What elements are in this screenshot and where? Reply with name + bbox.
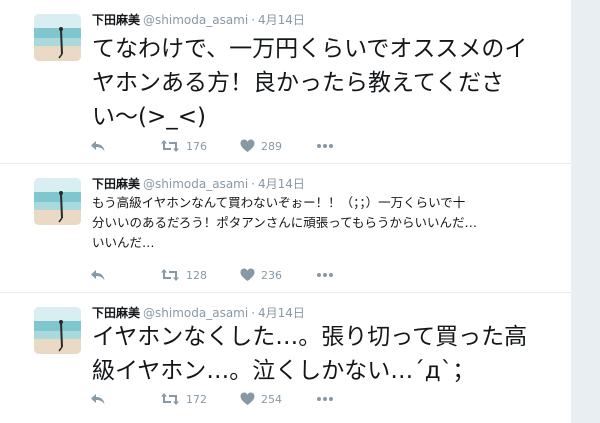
retweet-count: 176	[186, 139, 207, 153]
reply-icon	[90, 392, 106, 406]
like-count: 236	[261, 268, 282, 282]
tweet-text: イヤホンなくした…。張り切って買った高 級イヤホン…。泣くしかない…´д`；	[92, 320, 527, 388]
tweet-text-line: もう高級イヤホンなんて買わないぞぉー！！（；；）一万くらいで十	[92, 195, 466, 210]
like-button[interactable]: 254	[240, 390, 282, 408]
like-count: 289	[261, 139, 282, 153]
like-button[interactable]: 236	[240, 266, 282, 284]
user-handle[interactable]: @shimoda_asami	[143, 306, 248, 320]
tweet-text: てなわけで、一万円くらいでオススメのイ ヤホンある方！良かったら教えてくださ い…	[92, 32, 527, 134]
retweet-count: 128	[186, 268, 207, 282]
reply-icon	[90, 268, 106, 282]
reply-button[interactable]	[90, 137, 106, 155]
retweet-button[interactable]: 128	[160, 266, 207, 284]
separator-dot: ·	[251, 177, 256, 191]
tweet-date[interactable]: 4月14日	[258, 177, 305, 191]
tweet[interactable]: 下田麻美 @shimoda_asami · 4月14日 イヤホンなくした…。張り切って…	[0, 293, 571, 423]
reply-button[interactable]	[90, 266, 106, 284]
more-icon	[316, 396, 334, 402]
tweet-text-line: 分いいのあるだろう！ポタアンさんに頑張ってもらうからいいんだ…	[92, 215, 478, 230]
retweet-icon	[160, 392, 180, 406]
more-icon	[316, 272, 334, 278]
retweet-icon	[160, 139, 180, 153]
heart-icon	[240, 139, 255, 153]
like-count: 254	[261, 392, 282, 406]
separator-dot: ·	[251, 306, 256, 320]
tweet-text-line: いいんだ…	[92, 235, 155, 250]
user-handle[interactable]: @shimoda_asami	[143, 177, 248, 191]
tweet-date[interactable]: 4月14日	[258, 13, 305, 27]
tweet-header: 下田麻美 @shimoda_asami · 4月14日	[92, 176, 305, 192]
avatar[interactable]	[34, 14, 81, 61]
tweet-text-line: てなわけで、一万円くらいでオススメのイ	[92, 36, 528, 62]
reply-icon	[90, 139, 106, 153]
side-rail	[571, 0, 600, 423]
tweet-text-line: 級イヤホン…。泣くしかない…´д`；	[92, 358, 476, 384]
tweet-text-line: イヤホンなくした…。張り切って買った高	[92, 324, 528, 350]
tweet-text-line: ヤホンある方！良かったら教えてくださ	[92, 70, 505, 96]
display-name[interactable]: 下田麻美	[92, 13, 140, 27]
avatar[interactable]	[34, 307, 81, 354]
avatar[interactable]	[34, 178, 81, 225]
more-button[interactable]	[316, 390, 334, 408]
separator-dot: ·	[251, 13, 256, 27]
more-icon	[316, 143, 334, 149]
like-button[interactable]: 289	[240, 137, 282, 155]
display-name[interactable]: 下田麻美	[92, 306, 140, 320]
retweet-button[interactable]: 172	[160, 390, 207, 408]
user-handle[interactable]: @shimoda_asami	[143, 13, 248, 27]
tweet-text: もう高級イヤホンなんて買わないぞぉー！！（；；）一万くらいで十 分いいのあるだろ…	[92, 193, 477, 253]
heart-icon	[240, 392, 255, 406]
reply-button[interactable]	[90, 390, 106, 408]
tweet-date[interactable]: 4月14日	[258, 306, 305, 320]
heart-icon	[240, 268, 255, 282]
timeline: 下田麻美 @shimoda_asami · 4月14日 てなわけで、一万円くらいでオス…	[0, 0, 571, 423]
tweet[interactable]: 下田麻美 @shimoda_asami · 4月14日 もう高級イヤホンなんて買わない…	[0, 164, 571, 293]
retweet-button[interactable]: 176	[160, 137, 207, 155]
tweet-text-line: い〜(>_<)	[92, 104, 206, 130]
more-button[interactable]	[316, 137, 334, 155]
retweet-count: 172	[186, 392, 207, 406]
more-button[interactable]	[316, 266, 334, 284]
tweet-header: 下田麻美 @shimoda_asami · 4月14日	[92, 12, 305, 28]
tweet[interactable]: 下田麻美 @shimoda_asami · 4月14日 てなわけで、一万円くらいでオス…	[0, 0, 571, 164]
retweet-icon	[160, 268, 180, 282]
display-name[interactable]: 下田麻美	[92, 177, 140, 191]
tweet-header: 下田麻美 @shimoda_asami · 4月14日	[92, 305, 305, 321]
